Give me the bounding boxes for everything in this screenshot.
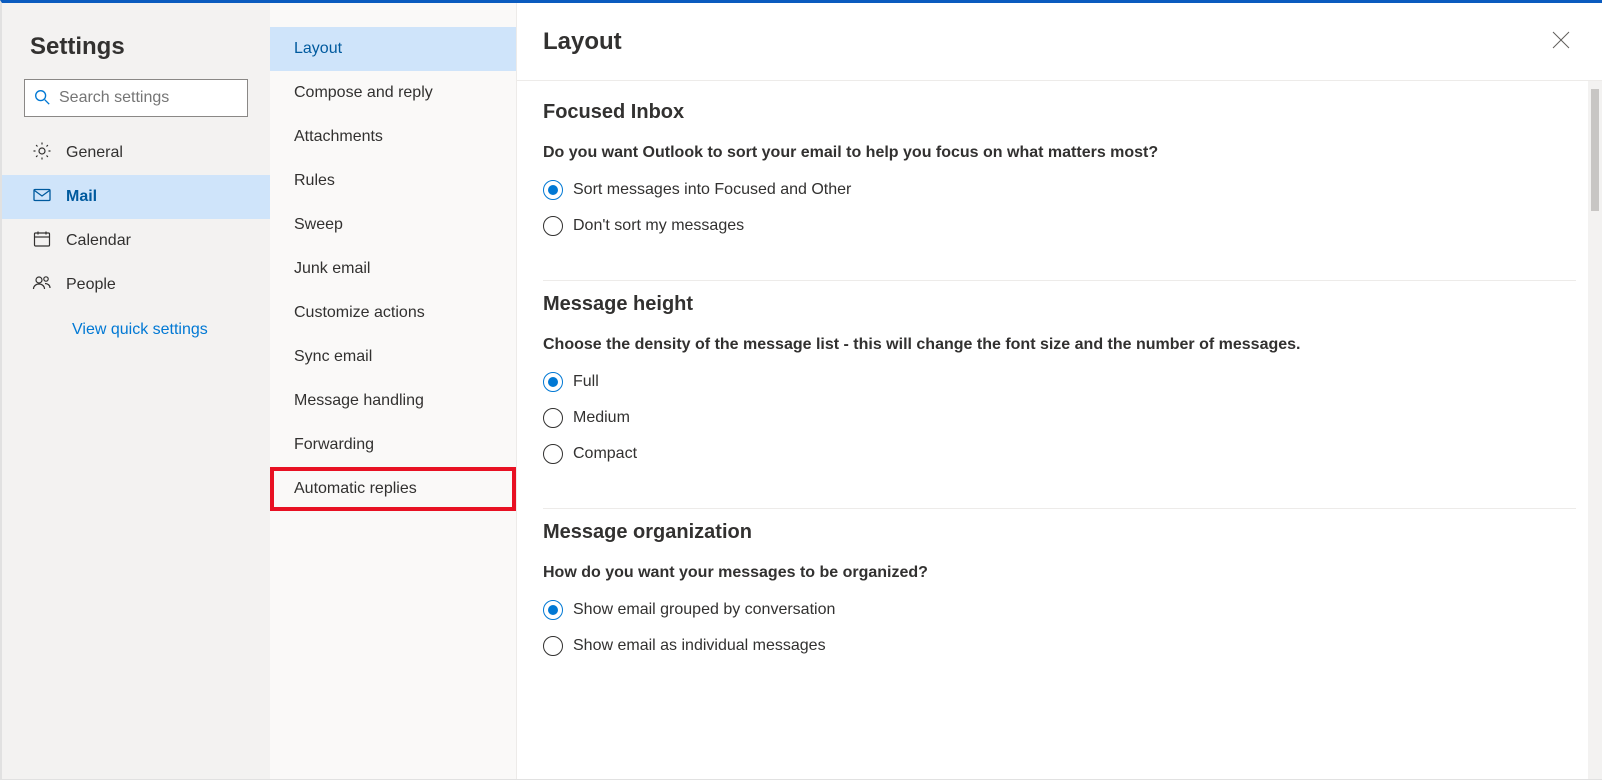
subnav-item[interactable]: Automatic replies	[270, 467, 516, 511]
search-box[interactable]	[24, 79, 248, 117]
subnav-item-label: Compose and reply	[294, 84, 433, 102]
radio-label: Show email grouped by conversation	[573, 601, 835, 619]
subnav-item-label: Rules	[294, 172, 335, 190]
section-heading: Focused Inbox	[543, 101, 1576, 124]
settings-sidebar: Settings General Mail	[2, 3, 270, 779]
settings-nav: General Mail Calendar People	[2, 131, 270, 307]
radio-option[interactable]: Sort messages into Focused and Other	[543, 180, 1576, 200]
radio-option[interactable]: Show email as individual messages	[543, 636, 1576, 656]
radio-button[interactable]	[543, 444, 563, 464]
subnav-item[interactable]: Attachments	[270, 115, 516, 159]
radio-label: Compact	[573, 445, 637, 463]
scrollbar-thumb[interactable]	[1591, 89, 1599, 211]
search-input[interactable]	[51, 89, 266, 107]
view-quick-settings-link[interactable]: View quick settings	[72, 321, 208, 338]
settings-title: Settings	[2, 23, 270, 79]
settings-app: Settings General Mail	[0, 0, 1602, 780]
subnav-list: Layout Compose and reply Attachments Rules S…	[270, 3, 516, 511]
search-wrap	[2, 79, 270, 131]
subnav-item-label: Message handling	[294, 392, 424, 410]
sidebar-item-calendar[interactable]: Calendar	[2, 219, 270, 263]
main-panel: Layout Focused Inbox Do you want Outlook …	[517, 3, 1602, 779]
radio-label: Medium	[573, 409, 630, 427]
subnav-item[interactable]: Sync email	[270, 335, 516, 379]
people-icon	[32, 273, 66, 298]
search-icon	[33, 88, 51, 109]
mail-subnav: Layout Compose and reply Attachments Rules S…	[270, 3, 517, 779]
subnav-item-label: Junk email	[294, 260, 370, 278]
subnav-item-label: Automatic replies	[294, 480, 417, 498]
radio-button[interactable]	[543, 372, 563, 392]
subnav-item[interactable]: Forwarding	[270, 423, 516, 467]
sidebar-item-label: People	[66, 276, 116, 294]
radio-label: Show email as individual messages	[573, 637, 826, 655]
sidebar-item-people[interactable]: People	[2, 263, 270, 307]
sidebar-item-label: General	[66, 144, 123, 162]
subnav-item-label: Sweep	[294, 216, 343, 234]
main-header: Layout	[517, 3, 1602, 81]
section-description: How do you want your messages to be orga…	[543, 564, 1576, 582]
radio-label: Sort messages into Focused and Other	[573, 181, 851, 199]
radio-option[interactable]: Don't sort my messages	[543, 216, 1576, 236]
radio-option[interactable]: Show email grouped by conversation	[543, 600, 1576, 620]
radio-label: Full	[573, 373, 599, 391]
main-scroll[interactable]: Focused Inbox Do you want Outlook to sort…	[517, 81, 1602, 779]
subnav-item[interactable]: Layout	[270, 27, 516, 71]
sidebar-item-label: Mail	[66, 188, 97, 206]
radio-button[interactable]	[543, 216, 563, 236]
subnav-item[interactable]: Compose and reply	[270, 71, 516, 115]
settings-section: Message organization How do you want your…	[543, 521, 1576, 700]
radio-option[interactable]: Medium	[543, 408, 1576, 428]
radio-button[interactable]	[543, 636, 563, 656]
subnav-item[interactable]: Rules	[270, 159, 516, 203]
section-description: Choose the density of the message list -…	[543, 336, 1576, 354]
subnav-item[interactable]: Junk email	[270, 247, 516, 291]
subnav-item-label: Layout	[294, 40, 342, 58]
radio-button[interactable]	[543, 180, 563, 200]
close-icon	[1552, 36, 1570, 52]
calendar-icon	[32, 229, 66, 254]
subnav-item-label: Sync email	[294, 348, 372, 366]
sidebar-item-general[interactable]: General	[2, 131, 270, 175]
page-title: Layout	[543, 28, 622, 56]
settings-section: Message height Choose the density of the …	[543, 293, 1576, 509]
sidebar-item-mail[interactable]: Mail	[2, 175, 270, 219]
section-heading: Message organization	[543, 521, 1576, 544]
sidebar-item-label: Calendar	[66, 232, 131, 250]
section-description: Do you want Outlook to sort your email t…	[543, 144, 1576, 162]
subnav-item-label: Forwarding	[294, 436, 374, 454]
subnav-item[interactable]: Message handling	[270, 379, 516, 423]
mail-icon	[32, 185, 66, 210]
subnav-item-label: Attachments	[294, 128, 383, 146]
radio-label: Don't sort my messages	[573, 217, 744, 235]
scrollbar[interactable]	[1588, 81, 1602, 779]
subnav-item[interactable]: Sweep	[270, 203, 516, 247]
quick-settings-row: View quick settings	[2, 307, 270, 339]
radio-button[interactable]	[543, 408, 563, 428]
radio-option[interactable]: Compact	[543, 444, 1576, 464]
settings-section: Focused Inbox Do you want Outlook to sort…	[543, 101, 1576, 281]
radio-button[interactable]	[543, 600, 563, 620]
subnav-item-label: Customize actions	[294, 304, 425, 322]
close-button[interactable]	[1546, 25, 1576, 58]
subnav-item[interactable]: Customize actions	[270, 291, 516, 335]
section-heading: Message height	[543, 293, 1576, 316]
radio-option[interactable]: Full	[543, 372, 1576, 392]
gear-icon	[32, 141, 66, 166]
